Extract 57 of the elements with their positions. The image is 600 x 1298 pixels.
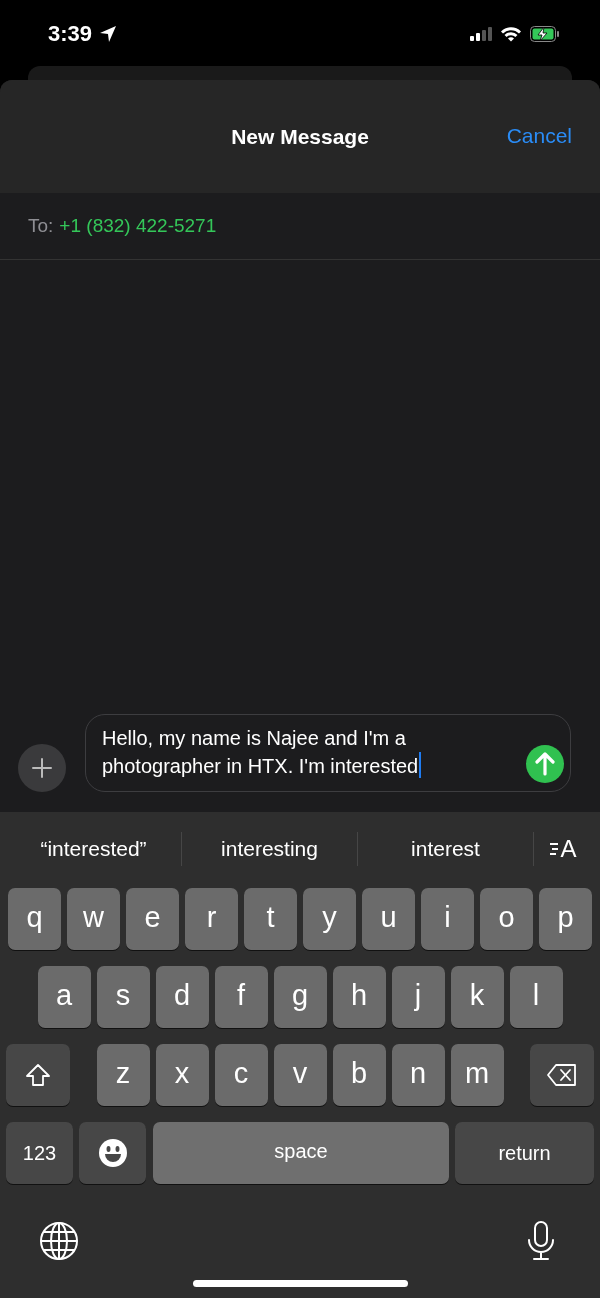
return-key[interactable]: return <box>455 1122 594 1184</box>
suggestion[interactable]: interesting <box>182 836 357 861</box>
letter-key[interactable]: t <box>244 888 297 950</box>
recipient-field[interactable]: To: +1 (832) 422-5271 <box>0 193 600 260</box>
plus-icon <box>32 758 52 778</box>
letter-key[interactable]: h <box>332 966 386 1028</box>
charging-battery-icon <box>530 26 560 42</box>
to-label: To: <box>28 215 54 237</box>
letter-key[interactable]: f <box>214 966 268 1028</box>
space-bar[interactable]: space <box>153 1122 449 1184</box>
delete-key[interactable] <box>530 1044 594 1106</box>
letter-key[interactable]: g <box>273 966 327 1028</box>
message-input-field[interactable]: Hello, my name is Najee and I'm a photographer in HTX. I'm interested <box>85 714 571 792</box>
letter-key[interactable]: x <box>155 1044 209 1106</box>
recipient-number: +1 (832) 422-5271 <box>59 215 217 237</box>
letter-key[interactable]: o <box>480 888 533 950</box>
send-button[interactable] <box>526 745 564 783</box>
letter-key[interactable]: i <box>421 888 474 950</box>
signal-icon <box>470 27 492 41</box>
letter-key[interactable]: r <box>185 888 238 950</box>
letter-key[interactable]: e <box>126 888 179 950</box>
microphone-icon[interactable] <box>526 1221 556 1261</box>
letter-key[interactable]: v <box>273 1044 327 1106</box>
letter-key[interactable]: j <box>391 966 445 1028</box>
letter-key[interactable]: p <box>539 888 592 950</box>
letter-key[interactable]: q <box>8 888 61 950</box>
wifi-icon <box>500 26 522 42</box>
text-format-button[interactable]: A <box>534 834 592 863</box>
shift-arrow-icon <box>25 1063 51 1087</box>
delete-icon <box>546 1063 578 1087</box>
letter-key[interactable]: u <box>362 888 415 950</box>
letter-key[interactable]: m <box>450 1044 504 1106</box>
letter-key[interactable]: b <box>332 1044 386 1106</box>
clock-time: 3:39 <box>48 21 93 47</box>
plus-button[interactable] <box>18 744 66 792</box>
text-cursor <box>419 752 422 778</box>
letter-key[interactable]: c <box>214 1044 268 1106</box>
letter-key[interactable]: s <box>96 966 150 1028</box>
letter-key[interactable]: d <box>155 966 209 1028</box>
globe-icon[interactable] <box>39 1221 79 1261</box>
lines-icon <box>549 840 560 857</box>
suggestion[interactable]: interest <box>358 836 533 861</box>
letter-key[interactable]: w <box>67 888 120 950</box>
cancel-button[interactable]: Cancel <box>506 124 572 148</box>
sheet-title: New Message <box>231 124 369 149</box>
suggestion[interactable]: “interested” <box>6 836 181 861</box>
letter-key[interactable]: k <box>450 966 504 1028</box>
emoji-key[interactable] <box>79 1122 146 1184</box>
letter-key[interactable]: y <box>303 888 356 950</box>
numbers-key[interactable]: 123 <box>6 1122 73 1184</box>
letter-key[interactable]: a <box>37 966 91 1028</box>
location-arrow-icon <box>98 24 119 44</box>
smiley-icon <box>97 1138 128 1168</box>
letter-key[interactable]: l <box>509 966 563 1028</box>
shift-key[interactable] <box>6 1044 70 1106</box>
letter-key[interactable]: z <box>96 1044 150 1106</box>
letter-key[interactable]: n <box>391 1044 445 1106</box>
